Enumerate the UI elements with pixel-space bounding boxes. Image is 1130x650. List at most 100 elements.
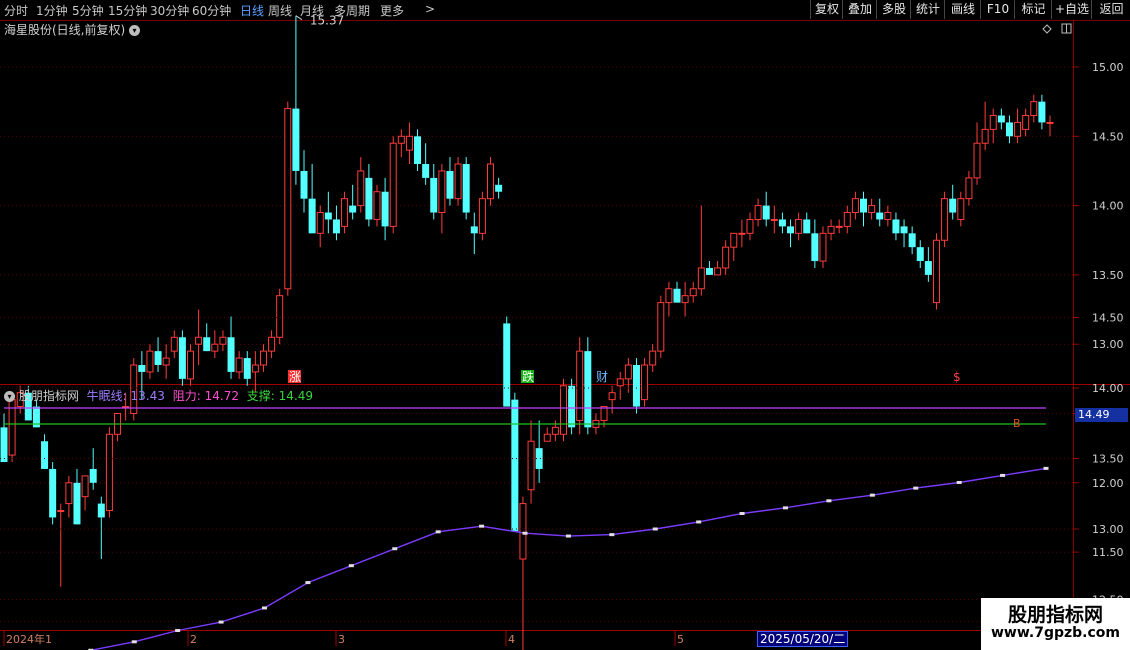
niu-point [1000,473,1006,477]
candle-body [389,142,397,227]
candle-body [1038,101,1046,123]
candle-body [624,364,632,380]
candle-body [178,337,186,379]
candle-body [251,364,259,373]
candle-body [332,219,340,234]
niu-point [392,547,398,551]
y-tick-label: 13.00 [1092,338,1124,351]
candle-body [932,239,940,304]
candle-body [989,115,997,130]
candle-body [519,503,527,560]
niu-point [565,534,571,538]
x-axis-label: 2024年1 [6,632,52,646]
candle-body [97,503,105,518]
niu-point [1043,466,1049,470]
candle-body [754,205,762,220]
candle-body [697,267,705,290]
candle-body [211,343,219,352]
x-axis-label: 4 [508,633,515,646]
candle-body [357,170,365,207]
current-price-tag: 14.49 [1075,408,1128,422]
candle-body [430,177,438,213]
event-marker: 财 [596,370,608,384]
candle-body [105,433,113,512]
candle-body [316,212,324,234]
candle-body [673,288,681,303]
chevron-down-icon[interactable]: ▾ [4,391,15,402]
candle-body [324,212,332,220]
candle-body [949,198,957,213]
niu-point [435,530,441,534]
niu-point [175,629,181,633]
candle-body [462,164,470,213]
niu-point [262,606,267,610]
candle-body [957,198,965,220]
x-axis-label: 2 [190,633,197,646]
diamond-icon [1042,24,1052,34]
candle-body [227,337,235,372]
ind-y-tick-label: 13.50 [1092,453,1124,466]
candle-body [665,288,673,304]
candle-body [576,350,584,421]
x-axis-label: 3 [338,633,345,646]
candle-body [365,177,373,220]
candle-body [65,482,73,505]
candle-body [414,136,422,165]
niu-point [131,640,137,644]
candle-body [300,170,308,199]
candle-body [965,177,973,200]
candle-body [89,468,97,483]
indicator-header: ▾ 股朋指标网 牛眠线: 13.43 阻力: 14.72 支撑: 14.49 [4,387,313,404]
niu-point [479,524,485,528]
x-axis-label: 5 [677,633,684,646]
candle-body [235,357,243,373]
candle-body [73,482,81,525]
candle-body [57,510,65,513]
candle-body [730,232,738,248]
candle-body [778,219,786,227]
candle-body [803,219,811,234]
niu-point [739,511,745,515]
niu-point [826,499,832,503]
y-tick-label: 14.50 [1092,130,1124,143]
candle-body [738,232,746,235]
candle-body [259,350,267,366]
candle-body [916,247,924,262]
b-marker: B [1013,417,1021,430]
niu-label: 牛眠线: [86,389,127,403]
candle-body [454,163,462,200]
cursor-date: 2025/05/20/二 [757,631,849,647]
candle-body [1030,101,1038,117]
candle-body [503,323,511,407]
candle-body [438,170,446,214]
candle-body [373,191,381,220]
candle-body [973,142,981,179]
candle-body [551,426,559,435]
y-tick-label: 13.50 [1092,269,1124,282]
candle-body [641,364,649,401]
watermark: 股朋指标网 www.7gpzb.com [981,598,1130,650]
event-marker: $ [953,370,961,384]
niu-point [348,564,354,568]
candle-body [689,288,697,297]
candle-body [349,205,357,213]
candle-body [681,295,689,304]
candle-body [243,358,251,379]
candle-body [49,468,57,518]
candle-body [811,233,819,262]
candle-body [1005,122,1013,137]
candle-body [487,163,495,200]
candle-body [138,364,146,372]
candle-body [835,225,843,228]
candle-body [860,198,868,213]
support-label: 支撑: [246,389,275,403]
candle-body [884,212,892,220]
candle-body [770,218,778,221]
candle-body [1014,121,1022,137]
chart-area[interactable]: 15.0014.5014.0013.5013.0012.5012.0011.50… [0,0,1130,650]
candle-body [219,336,227,345]
candle-body [746,218,754,234]
candle-body [405,135,413,151]
watermark-url: www.7gpzb.com [990,625,1120,641]
candle-body [868,205,876,214]
